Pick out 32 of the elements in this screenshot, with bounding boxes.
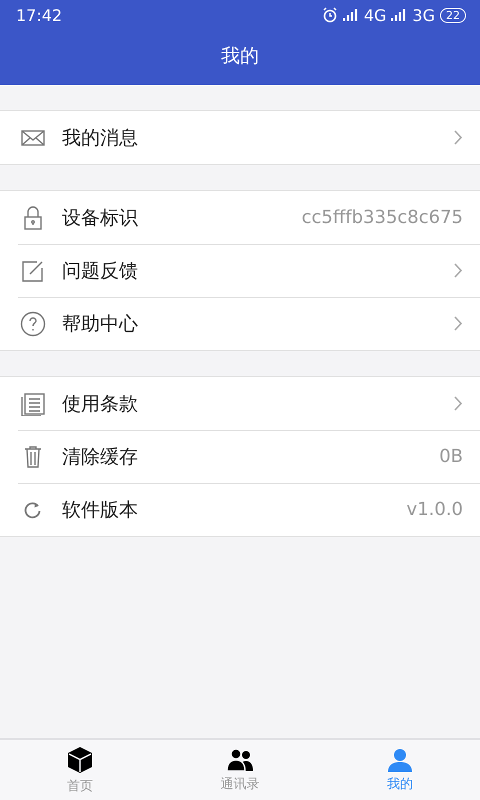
signal-icon bbox=[391, 8, 408, 22]
page-title: 我的 bbox=[220, 44, 260, 68]
envelope-icon bbox=[21, 128, 45, 146]
signal-icon bbox=[342, 8, 359, 22]
menu-label[interactable]: 帮助中心 bbox=[62, 310, 454, 336]
refresh-icon bbox=[24, 500, 42, 518]
alarm-icon bbox=[322, 7, 338, 23]
menu-label[interactable]: 清除缓存 bbox=[62, 444, 440, 470]
trash-icon bbox=[24, 444, 42, 468]
setting-value: 0B bbox=[439, 446, 463, 467]
status-time: 17:42 bbox=[16, 6, 62, 24]
menu-label[interactable]: 设备标识 bbox=[62, 204, 302, 230]
help-icon bbox=[20, 310, 46, 336]
network-label: 4G bbox=[364, 6, 386, 24]
edit-icon bbox=[21, 258, 45, 282]
menu-label[interactable]: 软件版本 bbox=[62, 496, 407, 522]
setting-value: v1.0.0 bbox=[406, 499, 463, 520]
network-label: 3G bbox=[412, 6, 435, 24]
menu-label[interactable]: 我的消息 bbox=[62, 124, 454, 150]
cube-icon bbox=[66, 746, 94, 774]
menu-label[interactable]: 使用条款 bbox=[62, 390, 454, 416]
battery-indicator: 22 bbox=[440, 8, 466, 22]
chevron-icon bbox=[454, 130, 463, 145]
chevron-icon bbox=[454, 263, 463, 278]
chevron-icon bbox=[454, 316, 463, 331]
document-icon bbox=[21, 392, 45, 416]
people-icon bbox=[226, 748, 254, 772]
chevron-icon bbox=[454, 396, 463, 411]
setting-value: cc5fffb335c8c675 bbox=[302, 207, 463, 228]
lock-icon bbox=[23, 204, 43, 230]
menu-label[interactable]: 问题反馈 bbox=[62, 258, 454, 284]
person-icon bbox=[387, 748, 413, 772]
